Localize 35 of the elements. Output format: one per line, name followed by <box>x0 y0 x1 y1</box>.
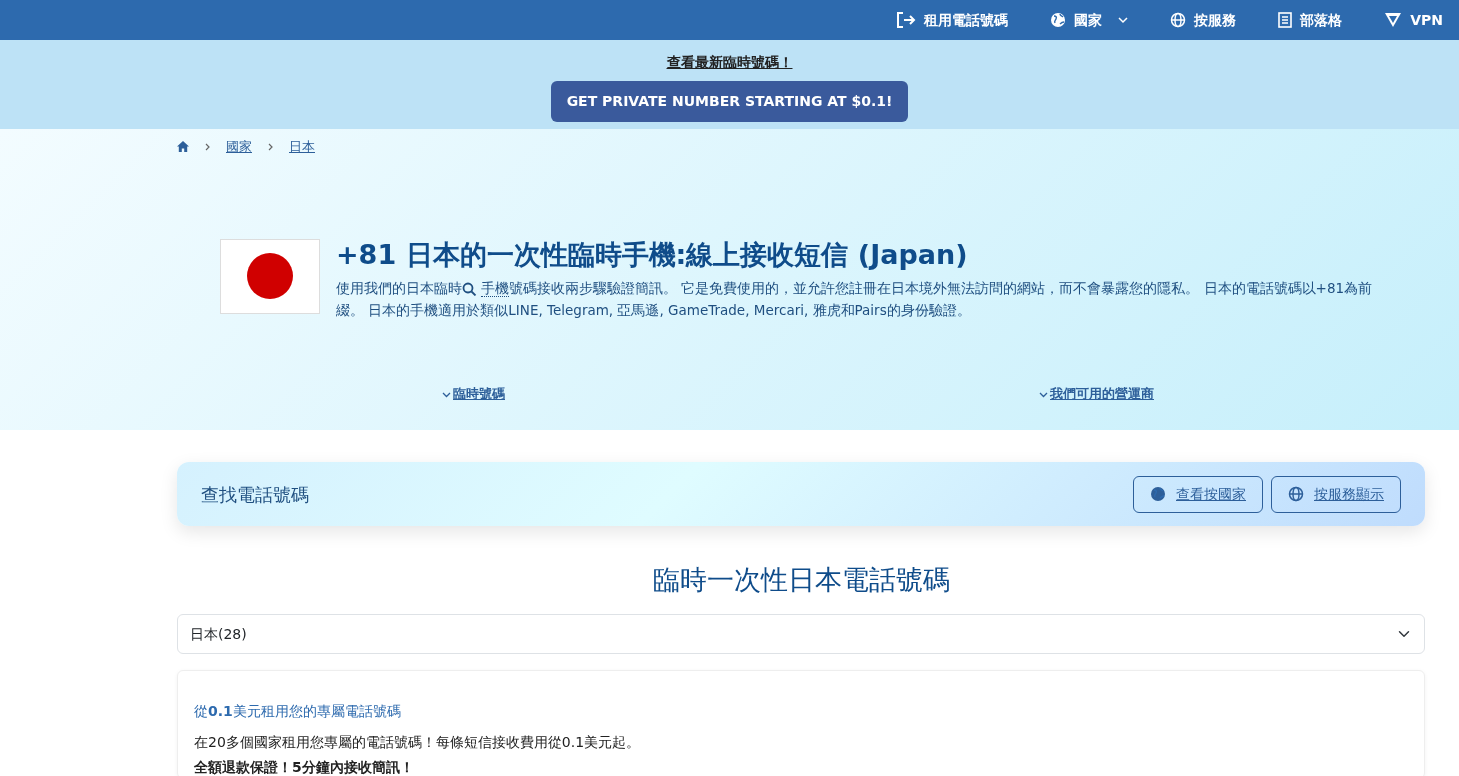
search-icon <box>462 281 477 296</box>
globe-icon <box>1170 12 1187 28</box>
home-icon[interactable] <box>177 141 189 153</box>
private-number-button[interactable]: GET PRIVATE NUMBER STARTING AT $0.1! <box>550 81 909 122</box>
chevron-icon <box>205 142 210 151</box>
document-icon <box>1278 12 1293 28</box>
section-title: 臨時一次性日本電話號碼 <box>651 564 951 597</box>
chevron-icon <box>442 391 451 398</box>
nav-link[interactable]: 國家 <box>1050 9 1129 31</box>
page-title: +81 日本的一次性臨時手機:線上接收短信 (Japan) <box>336 238 969 271</box>
globe-icon <box>1150 486 1166 502</box>
chevron-icon <box>268 142 273 151</box>
country-select[interactable]: 日本(28) <box>177 614 1425 655</box>
nav-link[interactable]: 按服務 <box>1170 9 1237 31</box>
glossary-term[interactable]: 手機 <box>481 279 509 297</box>
login-icon <box>896 11 917 29</box>
guarantee-text: 全額退款保證！5分鐘內接收簡訊！ <box>194 758 415 776</box>
section-link[interactable]: 臨時號碼 <box>442 386 505 402</box>
globe-icon <box>1050 12 1067 28</box>
filter-button[interactable]: 按服務顯示 <box>1271 475 1401 513</box>
finder-title: 查找電話號碼 <box>201 482 309 507</box>
globe-icon <box>1288 486 1304 502</box>
filter-button[interactable]: 查看按國家 <box>1133 475 1263 513</box>
promo-text: 在20多個國家租用您專屬的電話號碼！每條短信接收費用從0.1美元起。 <box>194 733 642 753</box>
banner-link[interactable]: 查看最新臨時號碼！ <box>666 52 793 73</box>
chevron-icon <box>1039 391 1048 398</box>
vpn-link[interactable]: VPN <box>1384 9 1443 31</box>
description: 使用我們的日本臨時 手機號碼接收兩步驟驗證簡訊。 它是免費使用的，並允許您註冊在日本境外無法訪問的網站，而不會暴露您的隱私。 日本的電話號碼以+81為前綴。 日本的手機適用於類似LINE, Telegram, 亞馬遜, GameTrade, Mercari, 雅虎和Pairs的身份驗證。 <box>336 278 1374 321</box>
nav-link[interactable]: 租用電話號碼 <box>896 9 1009 31</box>
shield-icon <box>1384 12 1403 28</box>
nav-link[interactable]: 部落格 <box>1278 9 1343 31</box>
breadcrumb-link[interactable]: 國家 <box>226 137 252 157</box>
breadcrumb-link[interactable]: 日本 <box>289 137 315 157</box>
section-link[interactable]: 我們可用的營運商 <box>1039 386 1154 402</box>
promo-title: 從0.1美元租用您的專屬電話號碼 <box>194 702 402 722</box>
